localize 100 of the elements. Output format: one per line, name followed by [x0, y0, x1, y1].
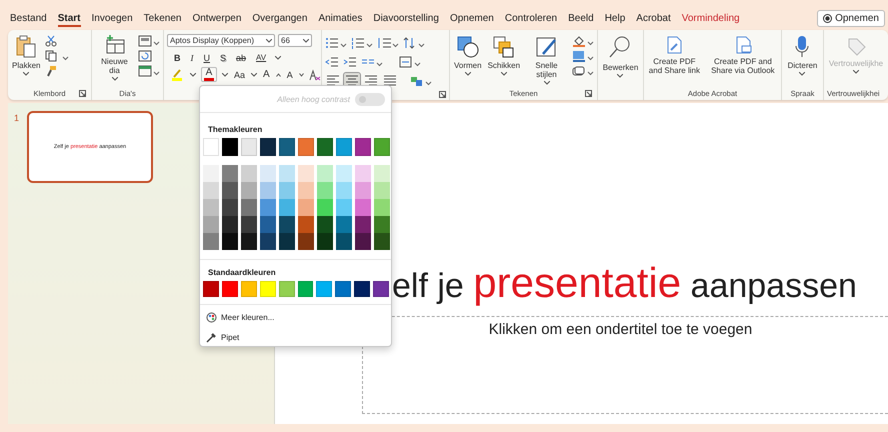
color-swatch[interactable]	[317, 216, 333, 233]
color-swatch[interactable]	[336, 165, 352, 182]
color-swatch[interactable]	[222, 233, 238, 250]
ribbon-tab[interactable]: Tekenen	[144, 10, 182, 26]
color-swatch[interactable]	[222, 281, 238, 297]
grow-font-button[interactable]: A	[262, 68, 271, 80]
color-swatch[interactable]	[279, 165, 295, 182]
color-swatch[interactable]	[355, 165, 371, 182]
color-swatch[interactable]	[355, 182, 371, 199]
scissors-icon[interactable]	[45, 35, 58, 47]
color-swatch[interactable]	[203, 165, 219, 182]
ribbon-tab[interactable]: Beeld	[568, 10, 594, 26]
dialog-launcher-icon[interactable]	[439, 90, 446, 98]
justify-button[interactable]	[382, 73, 398, 88]
numbered-list-icon[interactable]	[351, 36, 373, 48]
color-swatch[interactable]	[335, 281, 352, 297]
color-swatch[interactable]	[241, 233, 257, 250]
shrink-font-button[interactable]: A	[286, 68, 294, 80]
title-text[interactable]: elf je presentatie aanpassen	[392, 267, 857, 305]
color-swatch[interactable]	[241, 182, 257, 199]
font-size-field[interactable]: 66	[278, 34, 312, 47]
ribbon-tab[interactable]: Opnemen	[450, 10, 494, 26]
color-swatch[interactable]	[374, 216, 390, 233]
color-swatch[interactable]	[298, 165, 314, 182]
ribbon-tab[interactable]: Controleren	[504, 10, 558, 26]
color-swatch[interactable]	[298, 138, 314, 156]
color-swatch[interactable]	[260, 216, 276, 233]
shape-outline-icon[interactable]	[572, 50, 594, 62]
ribbon-tab[interactable]: Vormindeling	[682, 10, 740, 26]
underline-button[interactable]: U	[202, 52, 211, 64]
color-swatch[interactable]	[279, 199, 295, 216]
color-swatch[interactable]	[279, 216, 295, 233]
ribbon-tab[interactable]: Acrobat	[636, 10, 671, 26]
character-spacing-button[interactable]: AV	[255, 52, 268, 64]
font-name-field[interactable]: Aptos Display (Koppen)	[167, 34, 275, 47]
color-swatch[interactable]	[240, 281, 257, 297]
color-swatch[interactable]	[241, 165, 257, 182]
highlight-button[interactable]	[169, 68, 185, 82]
color-swatch[interactable]	[355, 216, 371, 233]
color-swatch[interactable]	[241, 199, 257, 216]
color-swatch[interactable]	[374, 199, 390, 216]
color-swatch[interactable]	[316, 281, 332, 297]
paste-button[interactable]: Plakken	[11, 33, 42, 78]
align-text-icon[interactable]	[399, 56, 421, 68]
color-swatch[interactable]	[203, 199, 219, 216]
align-right-button[interactable]	[363, 73, 379, 88]
color-swatch[interactable]	[279, 138, 295, 156]
color-swatch[interactable]	[317, 233, 333, 250]
color-swatch[interactable]	[374, 165, 390, 182]
color-swatch[interactable]	[298, 233, 314, 250]
color-swatch[interactable]	[354, 281, 370, 297]
bullet-list-icon[interactable]	[325, 36, 347, 48]
color-swatch[interactable]	[203, 281, 219, 297]
color-swatch[interactable]	[298, 281, 314, 297]
color-swatch[interactable]	[336, 138, 352, 156]
color-swatch[interactable]	[317, 165, 333, 182]
align-left-button[interactable]	[325, 73, 341, 88]
color-swatch[interactable]	[355, 233, 371, 250]
color-swatch[interactable]	[336, 216, 352, 233]
shapes-button[interactable]: Vormen	[453, 33, 483, 78]
color-swatch[interactable]	[260, 281, 276, 297]
color-swatch[interactable]	[279, 233, 295, 250]
color-swatch[interactable]	[222, 182, 238, 199]
ribbon-tab[interactable]: Help	[604, 10, 626, 26]
color-swatch[interactable]	[241, 216, 257, 233]
color-swatch[interactable]	[355, 199, 371, 216]
color-swatch[interactable]	[260, 165, 276, 182]
color-swatch[interactable]	[222, 199, 238, 216]
reset-icon[interactable]	[138, 50, 152, 62]
decrease-indent-icon[interactable]	[325, 56, 339, 68]
color-swatch[interactable]	[203, 233, 219, 250]
color-swatch[interactable]	[241, 138, 257, 156]
create-pdf-outlook-button[interactable]: Create PDF and Share via Outlook	[708, 33, 778, 77]
color-swatch[interactable]	[374, 233, 390, 250]
ribbon-tab[interactable]: Animaties	[318, 10, 362, 26]
color-swatch[interactable]	[278, 281, 295, 297]
color-swatch[interactable]	[336, 182, 352, 199]
ribbon-tab[interactable]: Ontwerpen	[192, 10, 242, 26]
ribbon-tab[interactable]: Invoegen	[92, 10, 133, 26]
italic-button[interactable]: I	[190, 52, 194, 64]
ribbon-tab[interactable]: Bestand	[10, 10, 47, 26]
color-swatch[interactable]	[317, 138, 333, 156]
color-swatch[interactable]	[298, 182, 314, 199]
smartart-icon[interactable]	[410, 74, 432, 86]
color-swatch[interactable]	[222, 138, 238, 156]
color-swatch[interactable]	[373, 281, 390, 297]
clear-formatting-icon[interactable]	[308, 68, 321, 80]
increase-indent-icon[interactable]	[343, 56, 357, 68]
strikethrough-button[interactable]: ab	[235, 52, 248, 64]
format-painter-icon[interactable]	[45, 65, 58, 77]
shape-fill-icon[interactable]	[572, 35, 594, 47]
color-swatch[interactable]	[298, 199, 314, 216]
text-shadow-button[interactable]: S	[219, 52, 228, 64]
dictate-button[interactable]: Dicteren	[786, 33, 818, 78]
color-swatch[interactable]	[336, 233, 352, 250]
record-button[interactable]: Opnemen	[817, 10, 885, 26]
color-swatch[interactable]	[260, 233, 276, 250]
font-color-button[interactable]: A	[201, 67, 217, 82]
shape-effects-icon[interactable]	[572, 65, 594, 77]
color-swatch[interactable]	[203, 138, 219, 156]
